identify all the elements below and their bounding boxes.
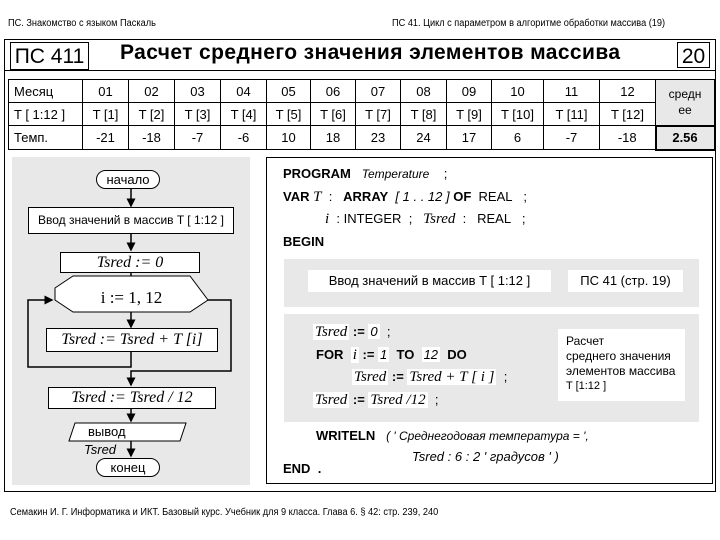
output-parallelogram: [68, 422, 187, 442]
flow-output-var: Tsred: [84, 442, 117, 457]
calc-comment: Расчет среднего значения элементов масси…: [558, 329, 685, 401]
flow-input: Ввод значений в массив T [ 1:12 ]: [28, 207, 234, 234]
cell: T [10]: [491, 102, 544, 126]
average-value: 2.56: [654, 124, 716, 151]
cell: T [8]: [400, 102, 447, 126]
input-comment: Ввод значений в массив T [ 1:12 ]: [308, 270, 551, 292]
average-header: средн ее: [655, 79, 715, 126]
code-line-end: END .: [283, 461, 322, 476]
cell: -7: [543, 125, 600, 150]
flow-end: конец: [96, 458, 160, 477]
code-line-program: PROGRAM Temperature ;: [283, 166, 448, 181]
lesson-header: ПС 41. Цикл с параметром в алгоритме обр…: [392, 18, 666, 29]
cell: 17: [446, 125, 492, 150]
cell: 24: [400, 125, 447, 150]
code-line-for: FOR i := 1 TO 12 DO: [316, 347, 467, 363]
cell: T [6]: [310, 102, 356, 126]
flow-divide: Tsred := Tsred / 12: [48, 387, 216, 409]
cell: 06: [310, 79, 356, 103]
flowchart-connectors: [27, 189, 232, 458]
cell: 07: [355, 79, 401, 103]
flow-output-label: вывод: [88, 424, 126, 439]
cell: 11: [543, 79, 600, 103]
cell: 6: [491, 125, 544, 150]
cell: T [9]: [446, 102, 492, 126]
flow-loop: i := 1, 12: [100, 288, 163, 307]
code-line-begin: BEGIN: [283, 234, 325, 249]
cell: 08: [400, 79, 447, 103]
cell: 05: [266, 79, 311, 103]
input-reference-link[interactable]: ПС 41 (стр. 19): [568, 270, 683, 292]
code-line-divide: Tsred := Tsred /12 ;: [313, 392, 439, 408]
cell: T [5]: [266, 102, 311, 126]
cell: 10: [266, 125, 311, 150]
cell: T [11]: [543, 102, 600, 126]
code-line-writeln: WRITELN ( ' Среднегодовая температура = …: [316, 428, 589, 443]
footer-reference: Семакин И. Г. Информатика и ИКТ. Базовый…: [10, 507, 439, 518]
code-line-var2: i : INTEGER ; Tsred : REAL ;: [325, 211, 526, 227]
code-line-writeln-2: Tsred : 6 : 2 ' градусов ' ): [412, 449, 559, 464]
cell: T [7]: [355, 102, 401, 126]
flow-start: начало: [96, 170, 160, 189]
cell: T [12]: [599, 102, 656, 126]
flow-body: Tsred := Tsred + T [i]: [46, 328, 218, 352]
cell: 12: [599, 79, 656, 103]
cell: 18: [310, 125, 356, 150]
page-number: 20: [677, 42, 710, 68]
code-line-var: VAR T : ARRAY [ 1 . . 12 ] OF REAL ;: [283, 189, 527, 205]
cell: 09: [446, 79, 492, 103]
code-line-sum: Tsred := Tsred + T [ i ] ;: [352, 369, 508, 385]
cell: -18: [599, 125, 656, 150]
code-line-init: Tsred := 0 ;: [313, 324, 391, 340]
cell: 23: [355, 125, 401, 150]
cell: 10: [491, 79, 544, 103]
flow-init: Tsred := 0: [60, 252, 200, 273]
